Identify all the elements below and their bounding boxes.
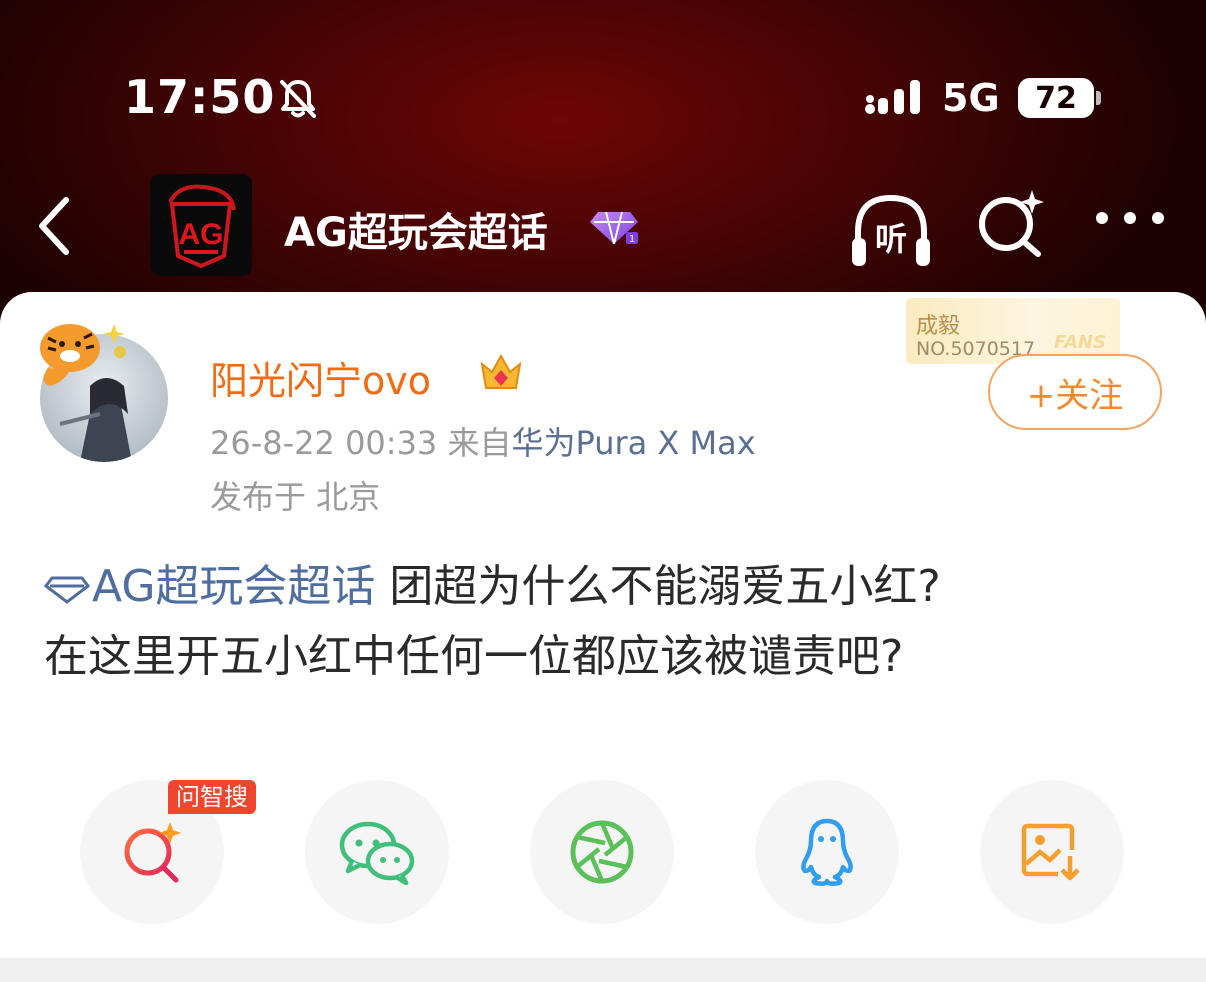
battery-level: 72 [1035, 80, 1077, 116]
post-text-line2: 在这里开五小红中任何一位都应该被谴责吧? [44, 631, 904, 682]
battery-indicator: 72 [1018, 78, 1094, 118]
wechat-icon [339, 821, 415, 885]
status-bar: 17:50 5G 72 [0, 0, 1206, 190]
search-sparkle-icon[interactable] [976, 188, 1046, 262]
save-image-button[interactable] [980, 780, 1124, 924]
fans-badge-name: 成毅 [916, 314, 961, 339]
post-content: AG超玩会超话 团超为什么不能溺爱五小红? 在这里开五小红中任何一位都应该被谴责… [43, 552, 1174, 692]
signal-icon [864, 79, 926, 121]
more-options-icon[interactable] [1094, 210, 1166, 230]
follow-button[interactable]: +关注 [988, 354, 1162, 430]
status-time: 17:50 [124, 70, 276, 124]
crown-vip-icon [478, 350, 524, 398]
source-prefix: 来自 [447, 424, 512, 462]
post-location: 发布于 北京 [210, 478, 381, 516]
super-topic-diamond-icon: 1 [590, 206, 640, 250]
svg-text:1: 1 [629, 234, 635, 245]
super-topic-link-icon [43, 576, 91, 604]
topic-logo[interactable]: AG [150, 174, 252, 276]
listen-icon[interactable]: 听 [848, 188, 934, 272]
logo-text: AG [179, 218, 224, 251]
topic-link[interactable]: AG超玩会超话 [43, 561, 375, 612]
back-arrow-icon[interactable] [34, 196, 74, 260]
username[interactable]: 阳光闪宁ovo [210, 350, 431, 405]
post-timestamp: 26-8-22 00:33 [210, 424, 438, 462]
battery-cap [1096, 91, 1101, 105]
share-moments-button[interactable] [530, 780, 674, 924]
qq-penguin-icon [801, 818, 853, 886]
save-image-icon [1021, 823, 1080, 881]
topic-nav-bar: AG AG超玩会超话 1 听 [0, 170, 1206, 280]
network-type: 5G [942, 76, 1000, 120]
post-text-line1: 团超为什么不能溺爱五小红? [375, 561, 941, 612]
share-wechat-button[interactable] [305, 780, 449, 924]
bottom-divider [0, 958, 1206, 982]
post-meta: 26-8-22 00:33 来自华为Pura X Max [210, 418, 756, 464]
device-link[interactable]: 华为Pura X Max [511, 424, 755, 462]
bell-muted-icon [276, 76, 320, 124]
topic-title: AG超玩会超话 [284, 210, 548, 256]
ai-search-tag: 问智搜 [168, 780, 256, 814]
listen-label: 听 [875, 220, 907, 258]
fans-badge-word: FANS [1054, 332, 1106, 353]
tiger-avatar-badge-icon [30, 312, 130, 396]
topic-link-label[interactable]: AG超玩会超话 [92, 561, 375, 612]
moments-aperture-icon [570, 820, 634, 884]
search-sparkle-icon [124, 822, 181, 883]
share-qq-button[interactable] [755, 780, 899, 924]
